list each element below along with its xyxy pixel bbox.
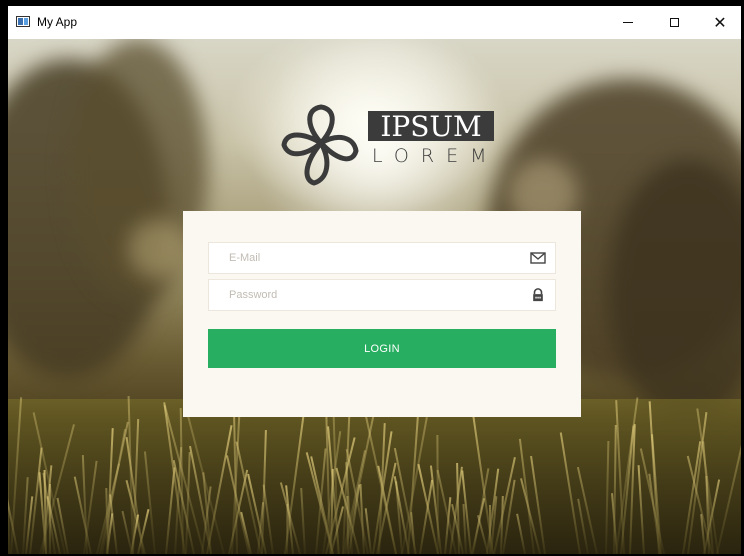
flower-logo-icon [281,104,359,186]
app-icon [16,16,30,27]
title-bar[interactable]: My App ✕ [8,6,741,39]
lock-icon [533,288,543,302]
logo-main-text: IPSUM [368,111,494,142]
email-input[interactable] [209,243,509,273]
minimize-button[interactable] [605,6,651,39]
app-window: My App ✕ IPSUM LOREM E-Mail LOGIN [8,6,741,554]
envelope-icon [530,252,546,264]
password-input[interactable] [209,280,509,310]
maximize-button[interactable] [651,6,697,39]
password-field[interactable] [208,279,556,311]
login-card: LOGIN [183,211,581,417]
bokeh-light [128,219,188,279]
close-button[interactable]: ✕ [697,6,741,39]
maximize-icon [669,18,679,27]
login-button[interactable]: LOGIN [208,329,556,368]
logo: IPSUM LOREM [276,101,498,191]
email-field[interactable] [208,242,556,274]
window-title: My App [37,15,78,29]
minimize-icon [623,22,633,23]
close-icon: ✕ [713,12,727,32]
logo-sub-text: LOREM [372,145,499,167]
